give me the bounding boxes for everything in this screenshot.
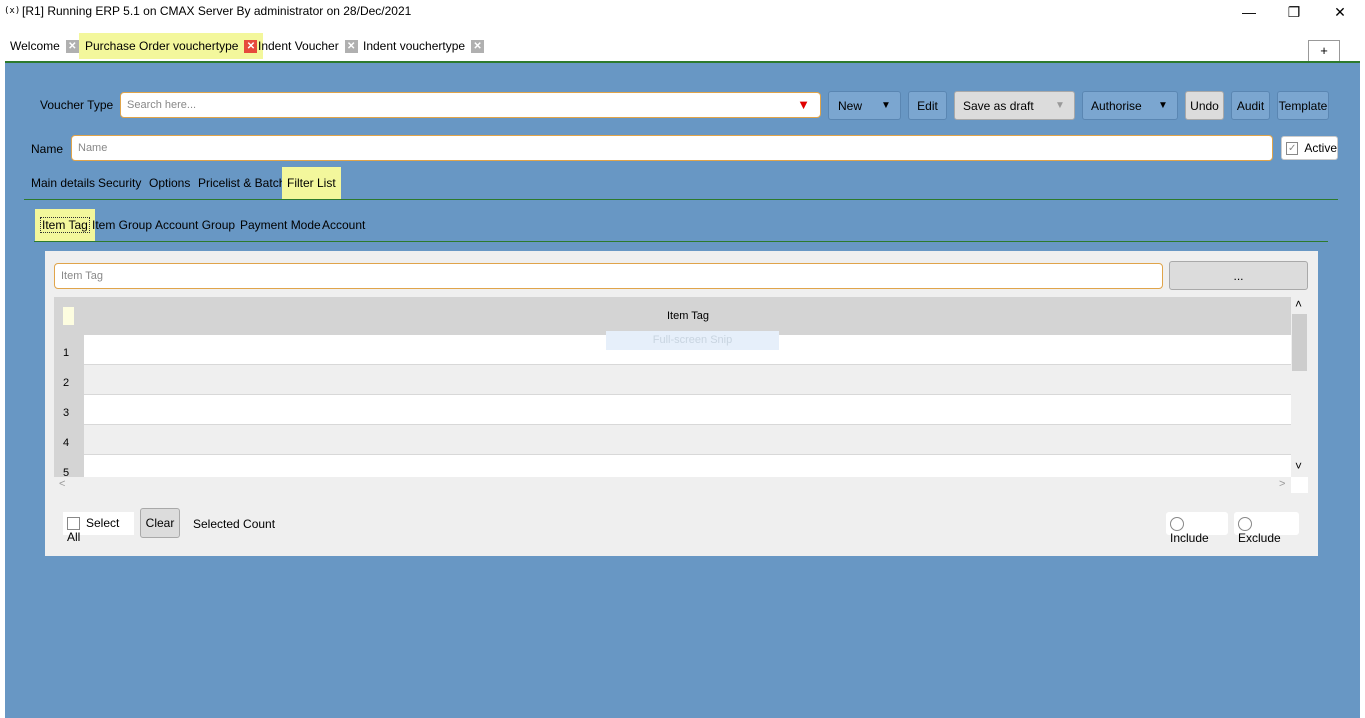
full-screen-snip-overlay: Full-screen Snip — [606, 331, 779, 350]
save-as-draft-button[interactable]: Save as draft ▼ — [954, 91, 1075, 120]
item-tag-column-header: Item Tag — [667, 310, 709, 322]
tab-filter-list[interactable]: Filter List — [282, 167, 341, 199]
row-number: 5 — [54, 455, 84, 479]
tab-main-details[interactable]: Main details — [26, 167, 100, 199]
tab-account[interactable]: Account — [317, 209, 370, 241]
tab-payment-mode[interactable]: Payment Mode — [235, 209, 326, 241]
filter-tab-divider — [34, 241, 1328, 242]
title-bar: (x) [R1] Running ERP 5.1 on CMAX Server … — [0, 0, 1365, 24]
document-tab-bar: Welcome ✕ Purchase Order vouchertype ✕ I… — [0, 30, 1365, 60]
exclude-radio[interactable]: Exclude — [1234, 512, 1299, 545]
clear-button[interactable]: Clear — [140, 508, 180, 538]
table-row[interactable] — [84, 425, 1291, 455]
tab-options[interactable]: Options — [144, 167, 195, 199]
add-tab-button[interactable]: + — [1308, 40, 1340, 62]
tab-label: Purchase Order vouchertype — [85, 39, 239, 53]
scroll-up-icon[interactable]: ˄ — [1295, 297, 1302, 311]
authorise-button[interactable]: Authorise ▼ — [1082, 91, 1178, 120]
tab-label: Indent vouchertype — [363, 39, 466, 53]
include-radio[interactable]: Include — [1166, 512, 1228, 545]
voucher-type-label: Voucher Type — [40, 98, 114, 112]
tab-label: Welcome — [10, 39, 60, 53]
select-all-checkbox[interactable]: Select All — [63, 512, 134, 544]
authorise-dropdown-icon[interactable]: ▼ — [1149, 92, 1177, 119]
voucher-type-search-input[interactable]: Search here... ▼ — [120, 92, 821, 118]
item-tag-tab-label: Item Tag — [40, 217, 90, 233]
dropdown-arrow-icon[interactable]: ▼ — [797, 97, 810, 112]
tab-item-tag[interactable]: Item Tag — [35, 209, 95, 241]
table-row[interactable] — [84, 365, 1291, 395]
minimize-button[interactable]: — — [1226, 0, 1272, 24]
tab-close-icon[interactable]: ✕ — [344, 39, 358, 53]
row-number: 1 — [54, 335, 84, 365]
grid-header: Item Tag — [54, 297, 1291, 335]
window-title: [R1] Running ERP 5.1 on CMAX Server By a… — [22, 4, 412, 18]
active-checkbox[interactable]: ✓ Active — [1281, 136, 1338, 160]
include-label: Include — [1170, 530, 1209, 545]
restore-button[interactable]: ❐ — [1271, 0, 1317, 24]
search-placeholder: Search here... — [127, 99, 197, 111]
close-window-button[interactable]: ✕ — [1317, 0, 1363, 24]
new-label: New — [838, 98, 863, 113]
new-button[interactable]: New ▼ — [828, 91, 901, 120]
tab-item-group[interactable]: Item Group — [87, 209, 157, 241]
tab-security[interactable]: Security — [93, 167, 146, 199]
item-tag-input[interactable]: Item Tag — [54, 263, 1163, 289]
table-row[interactable] — [84, 395, 1291, 425]
tab-indent-voucher[interactable]: Indent Voucher ✕ — [252, 33, 364, 59]
row-number: 4 — [54, 425, 84, 455]
radio-icon — [1238, 516, 1252, 531]
select-all-cell[interactable] — [63, 307, 74, 325]
name-input[interactable]: Name — [71, 135, 1273, 161]
check-icon: ✓ — [1286, 141, 1299, 155]
section-divider — [24, 199, 1338, 200]
scroll-right-icon[interactable]: > — [1279, 478, 1285, 490]
tab-purchase-order-vouchertype[interactable]: Purchase Order vouchertype ✕ — [79, 33, 264, 59]
selected-count-label: Selected Count — [193, 517, 276, 531]
tab-label: Indent Voucher — [258, 39, 339, 53]
save-draft-dropdown-icon[interactable]: ▼ — [1046, 92, 1074, 119]
authorise-label: Authorise — [1091, 98, 1142, 113]
tab-close-icon[interactable]: ✕ — [65, 39, 79, 53]
horizontal-scrollbar[interactable]: < > — [54, 477, 1291, 493]
new-dropdown-icon[interactable]: ▼ — [872, 92, 900, 119]
table-row[interactable] — [84, 455, 1291, 477]
checkbox-icon — [67, 517, 80, 531]
scroll-left-icon[interactable]: < — [59, 478, 65, 490]
app-icon: (x) — [4, 6, 21, 16]
tab-welcome[interactable]: Welcome ✕ — [4, 33, 85, 59]
scroll-down-icon[interactable]: ˅ — [1295, 459, 1302, 473]
undo-button[interactable]: Undo — [1185, 91, 1224, 120]
scroll-thumb[interactable] — [1292, 314, 1307, 371]
tab-indent-vouchertype[interactable]: Indent vouchertype ✕ — [357, 33, 490, 59]
browse-button[interactable]: ... — [1169, 261, 1308, 290]
audit-button[interactable]: Audit — [1231, 91, 1270, 120]
row-number: 3 — [54, 395, 84, 425]
row-number: 2 — [54, 365, 84, 395]
tab-pricelist-batch[interactable]: Pricelist & Batch — [193, 167, 290, 199]
radio-icon — [1170, 516, 1184, 531]
tab-account-group[interactable]: Account Group — [150, 209, 240, 241]
save-draft-label: Save as draft — [963, 98, 1034, 113]
scroll-corner — [1291, 477, 1308, 493]
tab-close-icon[interactable]: ✕ — [471, 39, 485, 53]
template-button[interactable]: Template — [1277, 91, 1329, 120]
vertical-scrollbar[interactable]: ˄ ˅ — [1291, 297, 1308, 477]
exclude-label: Exclude — [1238, 530, 1281, 545]
edit-button[interactable]: Edit — [908, 91, 947, 120]
active-label: Active — [1304, 141, 1337, 155]
name-label: Name — [31, 142, 64, 156]
